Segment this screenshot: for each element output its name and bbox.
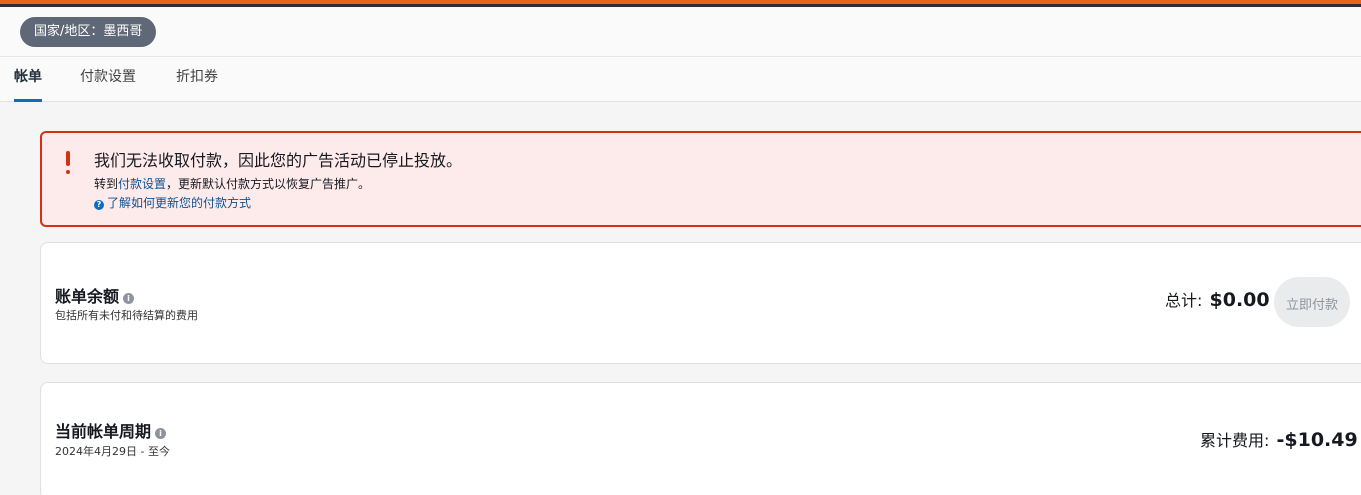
alert-body-prefix: 转到 — [94, 177, 119, 191]
alert-title: 我们无法收取付款，因此您的广告活动已停止投放。 — [94, 151, 463, 170]
balance-subtitle: 包括所有未付和待结算的费用 — [55, 309, 198, 322]
cost-label: 累计费用: — [1200, 431, 1270, 450]
cycle-cost: 累计费用: -$10.49 — [1200, 427, 1358, 451]
cycle-subtitle: 2024年4月29日 - 至今 — [55, 445, 170, 458]
region-row: 国家/地区：墨西哥 — [0, 7, 1361, 57]
alert-body: 转到付款设置，更新默认付款方式以恢复广告推广。 — [94, 175, 370, 192]
region-selector[interactable]: 国家/地区：墨西哥 — [20, 17, 157, 47]
info-icon[interactable]: i — [123, 293, 135, 304]
total-label: 总计: — [1165, 291, 1203, 310]
info-icon[interactable]: i — [155, 428, 167, 439]
help-link-row: ? 了解如何更新您的付款方式 — [94, 194, 251, 211]
tab-payment-settings[interactable]: 付款设置 — [80, 57, 136, 102]
billing-cycle-card: 当前帐单周期 i 2024年4月29日 - 至今 累计费用: -$10.49 — [40, 382, 1361, 495]
cycle-title: 当前帐单周期 — [55, 422, 152, 441]
top-accent-bar — [0, 0, 1361, 7]
cycle-title-row: 当前帐单周期 i — [55, 418, 167, 442]
balance-card: 账单余额 i 包括所有未付和待结算的费用 总计: $0.00 立即付款 — [40, 242, 1361, 364]
help-icon: ? — [94, 200, 104, 210]
tab-billing[interactable]: 帐单 — [14, 57, 42, 102]
balance-title: 账单余额 — [55, 287, 120, 306]
total-value: $0.00 — [1209, 289, 1270, 311]
cost-value: -$10.49 — [1276, 429, 1358, 451]
tab-coupons[interactable]: 折扣券 — [176, 57, 218, 102]
tab-bar: 帐单 付款设置 折扣券 — [0, 57, 1361, 102]
alert-body-suffix: ，更新默认付款方式以恢复广告推广。 — [166, 177, 371, 191]
payment-error-alert: 我们无法收取付款，因此您的广告活动已停止投放。 转到付款设置，更新默认付款方式以… — [40, 131, 1361, 227]
error-icon — [64, 151, 72, 177]
learn-update-payment-link[interactable]: 了解如何更新您的付款方式 — [107, 196, 251, 210]
balance-title-row: 账单余额 i — [55, 283, 135, 307]
main-content: 我们无法收取付款，因此您的广告活动已停止投放。 转到付款设置，更新默认付款方式以… — [0, 102, 1361, 495]
payment-settings-link[interactable]: 付款设置 — [118, 177, 166, 191]
balance-total: 总计: $0.00 — [1165, 287, 1270, 311]
pay-now-button[interactable]: 立即付款 — [1274, 277, 1350, 327]
